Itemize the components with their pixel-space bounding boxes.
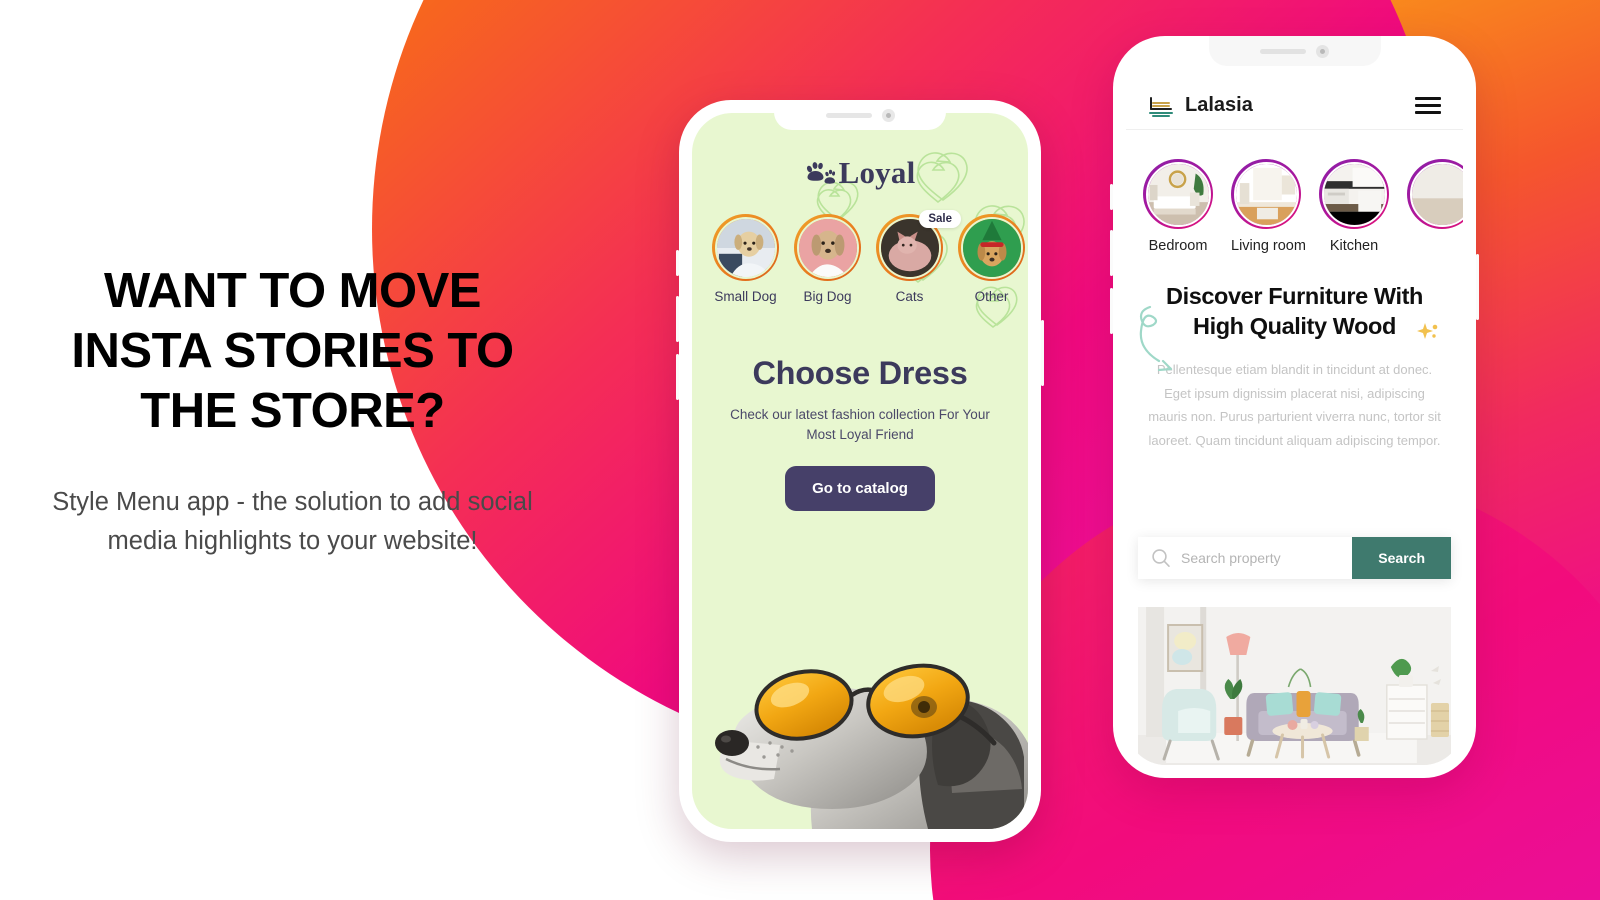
lalasia-category-highlights: Bedroom Living room Kitchen (1143, 159, 1463, 254)
story-ring (1231, 159, 1301, 229)
story-label: Small Dog (714, 289, 777, 304)
earpiece-speaker (1260, 48, 1306, 54)
phone-power-button (1041, 320, 1044, 386)
story-highlight-small-dog[interactable]: Small Dog (712, 214, 779, 304)
search-input[interactable]: Search property (1138, 548, 1352, 568)
story-ring (1407, 159, 1463, 229)
story-highlight-other[interactable]: Other (958, 214, 1025, 304)
loyal-brand-name: Loyal (838, 155, 916, 190)
property-search-bar: Search property Search (1138, 537, 1451, 579)
search-placeholder-text: Search property (1181, 550, 1281, 566)
phone-volume-down-button (676, 354, 679, 400)
lalasia-app-header: Lalasia (1126, 82, 1463, 130)
sale-badge: Sale (919, 210, 961, 228)
phone-volume-up-button (1110, 230, 1113, 276)
category-label: Bedroom (1148, 238, 1208, 254)
story-highlight-cats[interactable]: Sale Cats (876, 210, 961, 304)
lounge-chair-icon (1149, 96, 1173, 117)
phone-mockup-lalasia: Lalasia Bedroom Living room Kitchen Disc… (1110, 36, 1479, 778)
category-highlight-kitchen[interactable]: Kitchen (1319, 159, 1389, 254)
go-to-catalog-button[interactable]: Go to catalog (785, 466, 935, 512)
phone-power-button (1476, 254, 1479, 320)
dog-with-sunglasses-icon (715, 663, 1028, 829)
front-camera-icon (1316, 44, 1329, 58)
story-label: Other (974, 289, 1009, 304)
earpiece-speaker (825, 112, 872, 118)
phone-mute-button (676, 250, 679, 276)
lalasia-brand-name: Lalasia (1185, 94, 1253, 116)
hero-title: Choose Dress (752, 355, 968, 391)
dog-in-hat-photo (962, 218, 1021, 277)
story-thumbnail-partial (1409, 161, 1463, 227)
phone-volume-up-button (676, 296, 679, 342)
category-highlight-partial[interactable] (1407, 159, 1463, 254)
story-thumbnail-living-room (1233, 161, 1299, 227)
loyal-story-highlights: Small Dog Big Dog Sale Cats Other (712, 210, 1028, 304)
phone-mute-button (1110, 184, 1113, 210)
kitchen-photo (1323, 163, 1385, 225)
living-room-promo-image (1138, 607, 1451, 765)
loyal-app-screen: Loyal Small Dog Big Dog Sale Cats Other … (692, 113, 1028, 829)
search-icon (1152, 549, 1170, 567)
small-dog-photo (716, 218, 775, 277)
story-label: Big Dog (803, 289, 852, 304)
phone-notch (774, 100, 946, 130)
loyal-hero-section: Choose Dress Check our latest fashion co… (692, 355, 1028, 512)
story-thumbnail-other (960, 216, 1023, 279)
story-thumbnail-kitchen (1321, 161, 1387, 227)
story-ring (1143, 159, 1213, 229)
category-label: Kitchen (1329, 238, 1379, 254)
front-camera-icon (881, 108, 895, 122)
hero-title: Discover Furniture With High Quality Woo… (1166, 283, 1423, 340)
lalasia-app-screen: Lalasia Bedroom Living room Kitchen Disc… (1126, 49, 1463, 765)
curved-arrow-icon (1139, 305, 1173, 371)
sparkle-icon (1417, 323, 1438, 339)
story-thumbnail-small-dog (714, 216, 777, 279)
loyal-brand-logo: Loyal (692, 155, 1028, 191)
story-ring (712, 214, 779, 281)
page-title: WANT TO MOVE INSTA STORIES TO THE STORE? (71, 264, 514, 438)
hamburger-menu-icon[interactable] (1415, 97, 1441, 114)
big-dog-photo (798, 218, 857, 277)
hero-subtitle: Check our latest fashion collection For … (730, 407, 990, 442)
living-room-photo (1235, 163, 1297, 225)
page-subtitle: Style Menu app - the solution to add soc… (52, 488, 533, 556)
marketing-copy: WANT TO MOVE INSTA STORIES TO THE STORE?… (40, 262, 545, 561)
story-ring (958, 214, 1025, 281)
story-ring (1319, 159, 1389, 229)
living-room-interior-photo (1138, 607, 1451, 765)
category-label: Living room (1231, 238, 1306, 254)
category-highlight-living-room[interactable]: Living room (1231, 159, 1306, 254)
bedroom-photo (1147, 163, 1209, 225)
phone-mockup-loyal: Loyal Small Dog Big Dog Sale Cats Other … (676, 100, 1044, 842)
phone-notch (1208, 36, 1381, 66)
paw-prints-icon (806, 162, 835, 184)
search-button[interactable]: Search (1352, 537, 1451, 579)
partial-category-photo (1411, 163, 1463, 225)
story-ring (794, 214, 861, 281)
phone-volume-down-button (1110, 288, 1113, 334)
story-highlight-big-dog[interactable]: Big Dog (794, 214, 861, 304)
story-thumbnail-bedroom (1145, 161, 1211, 227)
dog-hero-illustration (692, 519, 1028, 829)
hero-body-text: Pellentesque etiam blandit in tincidunt … (1148, 362, 1441, 449)
story-thumbnail-big-dog (796, 216, 859, 279)
story-label: Cats (895, 289, 924, 304)
category-highlight-bedroom[interactable]: Bedroom (1143, 159, 1213, 254)
